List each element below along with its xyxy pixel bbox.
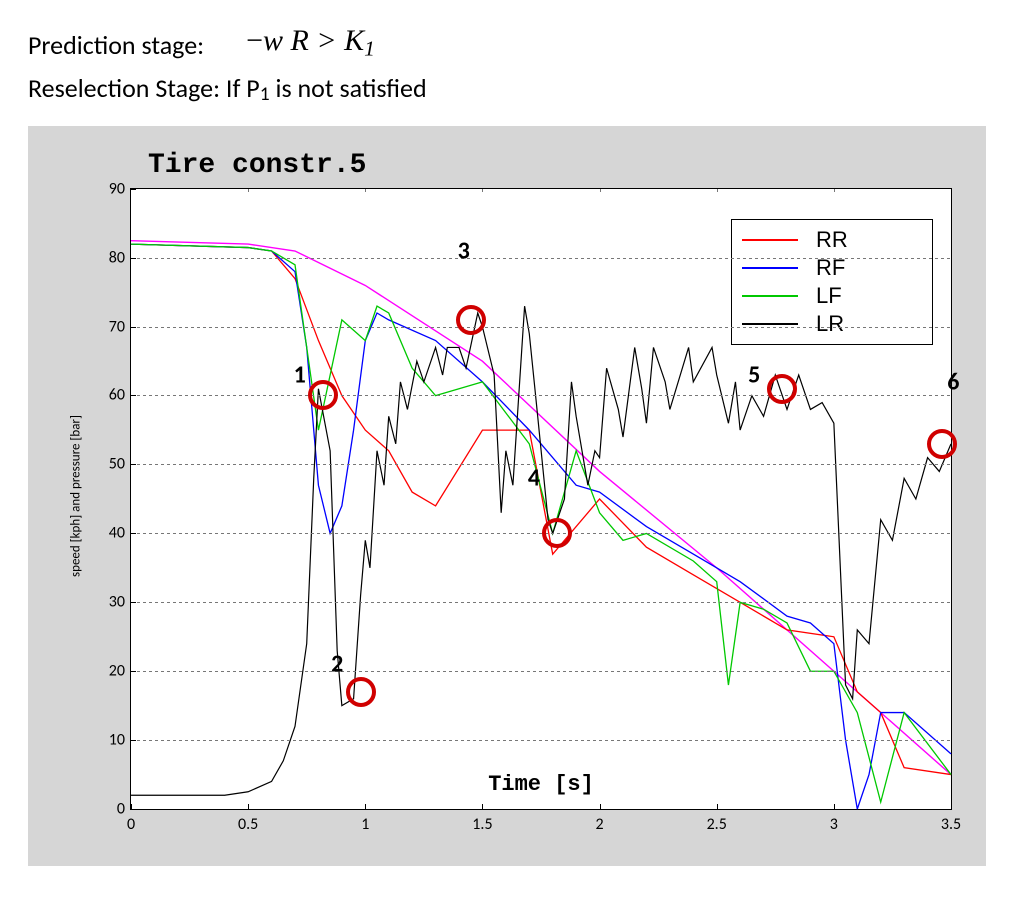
grid-line-h: [131, 464, 951, 465]
header-text: Prediction stage: −w R > K1 Reselection …: [0, 0, 1024, 108]
y-tick-mark: [131, 189, 136, 190]
annotation-label-5: 5: [748, 360, 760, 389]
x-tick-label: 0.5: [238, 815, 258, 834]
y-tick-label: 80: [109, 248, 125, 267]
grid-line-h: [131, 395, 951, 396]
legend-label: RR: [816, 227, 848, 253]
chart-title: Tire constr.5: [148, 150, 366, 181]
y-tick-label: 10: [109, 730, 125, 749]
y-tick-mark: [131, 533, 136, 534]
annotation-label-3: 3: [458, 236, 470, 265]
y-tick-label: 30: [109, 593, 125, 612]
y-axis-label: speed [kph] and pressure [bar]: [69, 415, 84, 577]
y-tick-label: 90: [109, 179, 125, 198]
grid-line-h: [131, 258, 951, 259]
y-tick-mark: [131, 395, 136, 396]
annotation-label-6: 6: [947, 367, 959, 396]
chart-container: Tire constr.5 speed [kph] and pressure […: [28, 126, 986, 866]
legend-swatch: [742, 239, 798, 241]
x-tick-mark: [951, 804, 952, 809]
grid-line-h: [131, 740, 951, 741]
x-tick-label: 2: [596, 815, 604, 834]
legend-label: LF: [816, 283, 842, 309]
x-tick-label: 2.5: [707, 815, 727, 834]
annotation-label-4: 4: [528, 464, 540, 493]
grid-line-h: [131, 602, 951, 603]
y-tick-label: 20: [109, 662, 125, 681]
x-tick-label: 3: [830, 815, 838, 834]
y-tick-mark: [131, 671, 136, 672]
series-pressure: [131, 306, 951, 795]
legend-item-RR: RR: [742, 226, 922, 254]
annotation-circle-2: [346, 677, 376, 707]
y-tick-mark: [131, 464, 136, 465]
y-tick-mark: [131, 740, 136, 741]
legend-swatch: [742, 295, 798, 297]
annotation-circle-3: [456, 305, 486, 335]
y-tick-mark: [131, 258, 136, 259]
x-tick-label: 1: [361, 815, 369, 834]
plot-area: RRRFLFLR Time [s] 010203040506070809000.…: [130, 188, 952, 810]
legend-swatch: [742, 267, 798, 269]
annotation-circle-6: [927, 429, 957, 459]
annotation-label-2: 2: [331, 650, 343, 679]
annotation-circle-5: [767, 374, 797, 404]
y-tick-label: 0: [117, 799, 125, 818]
y-tick-label: 40: [109, 524, 125, 543]
x-tick-mark: [248, 804, 249, 809]
grid-line-v: [717, 189, 718, 809]
grid-line-h: [131, 327, 951, 328]
annotation-circle-1: [308, 380, 338, 410]
y-tick-mark: [131, 602, 136, 603]
grid-line-v: [482, 189, 483, 809]
annotation-circle-4: [542, 518, 572, 548]
y-tick-label: 60: [109, 386, 125, 405]
x-tick-mark: [365, 804, 366, 809]
legend-item-LF: LF: [742, 282, 922, 310]
reselection-stage-text: Reselection Stage: If P1 is not satisfie…: [28, 70, 996, 108]
grid-line-v: [248, 189, 249, 809]
grid-line-v: [600, 189, 601, 809]
grid-line-h: [131, 671, 951, 672]
x-tick-mark: [482, 804, 483, 809]
y-tick-mark: [131, 809, 136, 810]
legend-swatch: [742, 323, 798, 325]
x-tick-mark: [717, 804, 718, 809]
x-axis-label: Time [s]: [488, 772, 594, 797]
legend-label: LR: [816, 311, 844, 337]
y-tick-mark: [131, 327, 136, 328]
x-tick-mark: [131, 804, 132, 809]
grid-line-v: [365, 189, 366, 809]
x-tick-label: 0: [127, 815, 135, 834]
prediction-formula: −w R > K1: [224, 20, 375, 70]
legend-label: RF: [816, 255, 845, 281]
x-tick-mark: [834, 804, 835, 809]
x-tick-mark: [600, 804, 601, 809]
grid-line-h: [131, 533, 951, 534]
y-tick-label: 50: [109, 455, 125, 474]
annotation-label-1: 1: [294, 360, 306, 389]
y-tick-label: 70: [109, 317, 125, 336]
x-tick-label: 1.5: [472, 815, 492, 834]
prediction-stage-label: Prediction stage:: [28, 27, 204, 63]
grid-line-v: [834, 189, 835, 809]
legend-item-LR: LR: [742, 310, 922, 338]
x-tick-label: 3.5: [941, 815, 961, 834]
